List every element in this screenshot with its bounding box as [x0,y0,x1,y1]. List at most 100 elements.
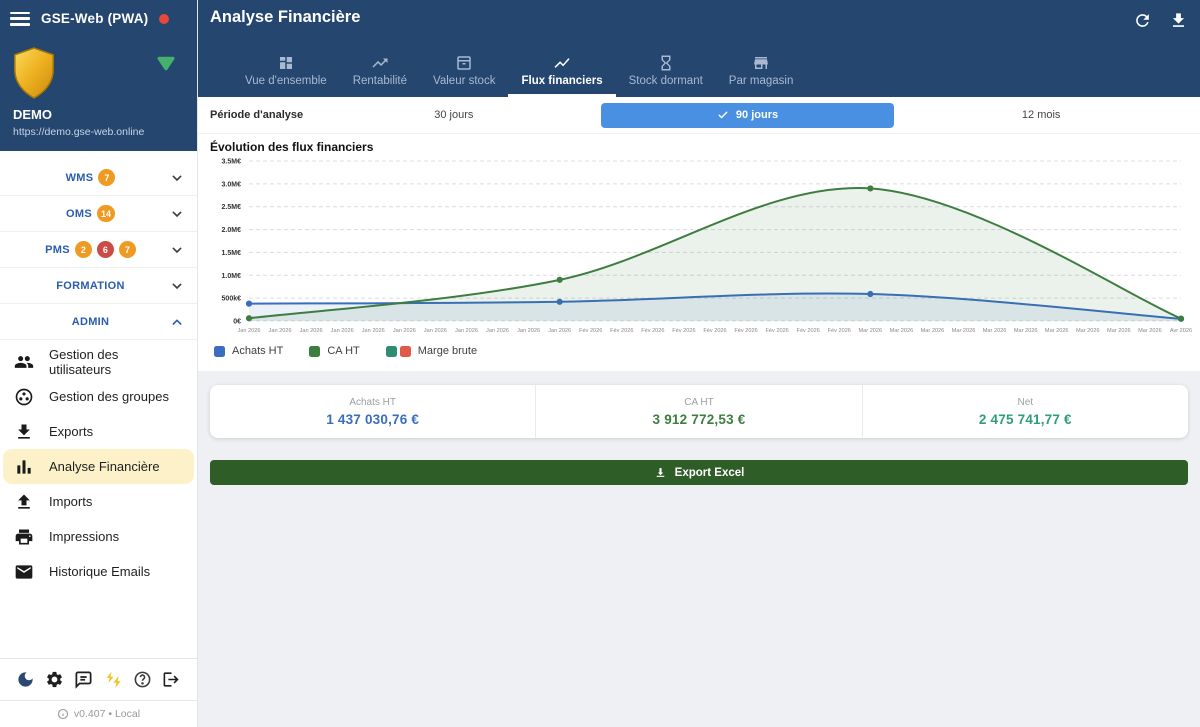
svg-text:Mar 2026: Mar 2026 [952,328,976,334]
sidebar-item-label: Analyse Financière [49,459,160,474]
legend-swatches [309,346,320,357]
svg-text:Mar 2026: Mar 2026 [1045,328,1069,334]
svg-text:Jan 2026: Jan 2026 [300,328,323,334]
period-option-90-jours[interactable]: 90 jours [601,103,895,128]
groups-icon [14,387,34,407]
sidebar-item-historique-emails[interactable]: Historique Emails [0,554,197,589]
dashboard-icon [277,54,295,72]
settings-gear-icon[interactable] [44,670,64,690]
legend-swatches [214,346,225,357]
section-label: PMS [45,244,70,256]
period-option-label: 90 jours [736,109,778,121]
sidebar-item-label: Imports [49,494,92,509]
svg-text:Fév 2026: Fév 2026 [641,328,664,334]
summary-label: Net [1018,397,1034,408]
summary-ca-ht: CA HT3 912 772,53 € [536,385,862,438]
tab-vue-d-ensemble[interactable]: Vue d'ensemble [232,50,340,97]
sidebar-menu: WMS7OMS14PMS267FORMATIONADMIN Gestion de… [0,151,197,658]
chart-section: Évolution des flux financiers 3.5M€3.0M€… [198,134,1200,338]
svg-text:2.5M€: 2.5M€ [222,204,242,211]
svg-text:1.0M€: 1.0M€ [222,273,242,280]
sidebar-item-imports[interactable]: Imports [0,484,197,519]
tab-valeur-stock[interactable]: Valeur stock [420,50,508,97]
svg-text:500k€: 500k€ [222,296,242,303]
svg-text:Mar 2026: Mar 2026 [1014,328,1038,334]
period-option-12-mois[interactable]: 12 mois [894,103,1188,128]
tab-label: Par magasin [729,75,794,94]
svg-text:Mar 2026: Mar 2026 [1076,328,1100,334]
chat-icon[interactable] [74,670,94,690]
svg-text:Jan 2026: Jan 2026 [424,328,447,334]
svg-text:Mar 2026: Mar 2026 [890,328,914,334]
sidebar-item-impressions[interactable]: Impressions [0,519,197,554]
export-excel-button[interactable]: Export Excel [210,460,1188,485]
summary-achats-ht: Achats HT1 437 030,76 € [210,385,536,438]
period-selector-row: Période d'analyse 30 jours 90 jours 12 moi… [198,97,1200,134]
app-window: GSE-Web (PWA) DEMO https://demo.gse-web.… [0,0,1200,727]
info-icon [57,708,69,720]
dark-mode-moon-icon[interactable] [15,670,35,690]
legend-label: Marge brute [418,345,477,357]
tab-rentabilit-[interactable]: Rentabilité [340,50,420,97]
sidebar-section-formation[interactable]: FORMATION [0,268,197,304]
svg-text:Jan 2026: Jan 2026 [486,328,509,334]
svg-text:Fév 2026: Fév 2026 [828,328,851,334]
stock-box-icon [455,54,473,72]
main-area: Analyse Financière Vue d'ensembleRentabi… [198,0,1200,727]
sidebar-item-label: Gestion des groupes [49,389,169,404]
period-option-30-jours[interactable]: 30 jours [307,103,601,128]
refresh-icon[interactable] [1133,11,1152,30]
sidebar-section-admin[interactable]: ADMIN [0,304,197,340]
svg-text:Jan 2026: Jan 2026 [548,328,571,334]
environment-url[interactable]: https://demo.gse-web.online [13,126,144,138]
svg-text:Mar 2026: Mar 2026 [983,328,1007,334]
legend-label: CA HT [327,345,359,357]
tab-flux-financiers[interactable]: Flux financiers [508,50,615,97]
svg-text:Fév 2026: Fév 2026 [610,328,633,334]
period-label: Période d'analyse [210,109,295,121]
summary-value: 2 475 741,77 € [979,412,1072,427]
sidebar-section-wms[interactable]: WMS 7 [0,160,197,196]
sidebar-item-gestion-des-groupes[interactable]: Gestion des groupes [0,379,197,414]
summary-card: Achats HT1 437 030,76 €CA HT3 912 772,53… [210,385,1188,438]
notification-badge: 7 [98,169,115,186]
help-icon[interactable] [133,670,153,690]
tab-par-magasin[interactable]: Par magasin [716,50,807,97]
sidebar-item-gestion-des-utilisateurs[interactable]: Gestion des utilisateurs [0,344,197,379]
header-download-icon[interactable] [1169,11,1188,30]
legend-item-ca-ht[interactable]: CA HT [309,345,359,357]
sidebar-item-exports[interactable]: Exports [0,414,197,449]
hourglass-icon [657,54,675,72]
notification-badge: 2 [75,241,92,258]
sidebar-item-analyse-financi-re[interactable]: Analyse Financière [3,449,194,484]
page-header: Analyse Financière Vue d'ensembleRentabi… [198,0,1200,97]
chevron-down-icon [169,206,185,222]
svg-text:Jan 2026: Jan 2026 [517,328,540,334]
legend-item-marge-brute[interactable]: Marge brute [386,345,477,357]
export-download-icon [654,466,667,479]
sidebar-section-oms[interactable]: OMS14 [0,196,197,232]
svg-text:Mar 2026: Mar 2026 [921,328,945,334]
bolts-icon[interactable] [103,670,123,690]
svg-text:Mar 2026: Mar 2026 [1138,328,1162,334]
flux-line-chart: 3.5M€3.0M€2.5M€2.0M€1.5M€1.0M€500k€0€Jan… [208,154,1192,338]
svg-text:Jan 2026: Jan 2026 [237,328,260,334]
sidebar-section-pms[interactable]: PMS267 [0,232,197,268]
svg-text:3.0M€: 3.0M€ [222,181,242,188]
section-label: WMS [66,172,94,184]
status-dot-icon [159,14,169,24]
tab-bar: Vue d'ensemble RentabilitéValeur stockFlu… [232,50,806,97]
sidebar-footer-icons [0,658,197,700]
hamburger-menu-icon[interactable] [10,12,30,26]
version-text: v0.407 • Local [74,708,140,720]
svg-text:Jan 2026: Jan 2026 [269,328,292,334]
import-upload-icon [14,492,34,512]
logout-icon[interactable] [162,670,182,690]
chevron-down-icon [169,278,185,294]
svg-text:Fév 2026: Fév 2026 [672,328,695,334]
tab-stock-dormant[interactable]: Stock dormant [616,50,716,97]
legend-item-achats-ht[interactable]: Achats HT [214,345,283,357]
legend-swatch [386,346,397,357]
svg-text:1.5M€: 1.5M€ [222,250,242,257]
tab-label: Vue d'ensemble [245,75,327,94]
